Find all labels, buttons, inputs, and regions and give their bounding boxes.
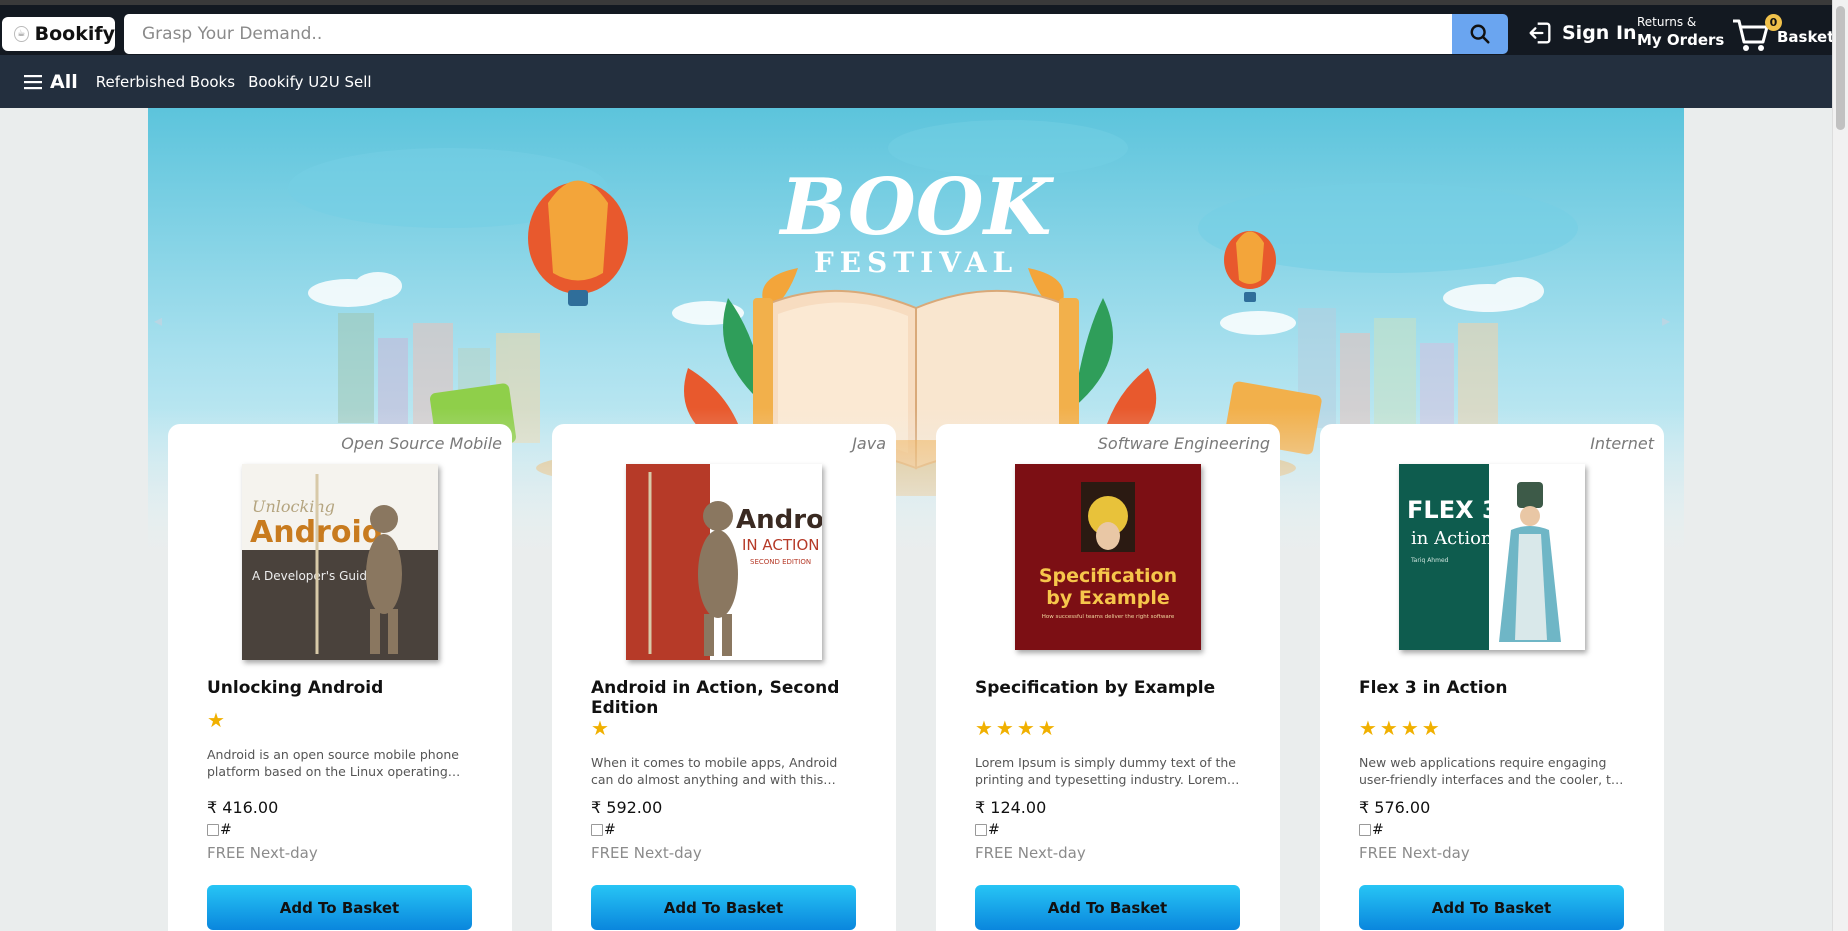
product-card: Software Engineering Specification by Ex… bbox=[936, 424, 1280, 931]
svg-text:BOOK: BOOK bbox=[778, 162, 1054, 253]
delivery-info: FREE Next-day bbox=[207, 844, 318, 862]
product-title[interactable]: Specification by Example bbox=[975, 678, 1215, 698]
product-category: Java bbox=[852, 434, 886, 453]
delivery-info: FREE Next-day bbox=[975, 844, 1086, 862]
sign-in-label: Sign In bbox=[1562, 22, 1637, 44]
product-description: New web applications require engaging us… bbox=[1359, 755, 1627, 787]
search-button[interactable] bbox=[1452, 14, 1508, 54]
hamburger-icon bbox=[24, 74, 42, 89]
top-header: ☕ Bookify Sign In Returns & My Orders 0 … bbox=[0, 0, 1834, 55]
sign-in-icon bbox=[1529, 22, 1551, 44]
book-cover-image[interactable]: FLEX 3 in Action Tariq Ahmed bbox=[1399, 464, 1585, 650]
broken-image: # bbox=[207, 822, 232, 838]
broken-image-icon bbox=[591, 824, 603, 836]
product-description: When it comes to mobile apps, Android ca… bbox=[591, 755, 838, 787]
image-alt-text: # bbox=[1372, 822, 1384, 838]
returns-orders-link[interactable]: Returns & My Orders bbox=[1637, 15, 1724, 49]
product-description: Lorem Ipsum is simply dummy text of the … bbox=[975, 755, 1236, 787]
search-icon bbox=[1470, 24, 1490, 44]
svg-text:in Action: in Action bbox=[1411, 528, 1493, 549]
broken-image: # bbox=[1359, 822, 1384, 838]
product-category: Software Engineering bbox=[1097, 434, 1270, 453]
add-to-basket-button[interactable]: Add To Basket bbox=[975, 885, 1240, 930]
basket-label: Basket bbox=[1777, 28, 1835, 46]
scrollbar-thumb[interactable] bbox=[1836, 6, 1845, 130]
book-cover-image[interactable]: Android IN ACTION SECOND EDITION bbox=[626, 464, 822, 660]
banner-prev-arrow[interactable]: ◂ bbox=[154, 311, 162, 330]
rating-stars: ★★★★ bbox=[1359, 716, 1443, 740]
returns-label: Returns & bbox=[1637, 15, 1697, 29]
svg-text:IN ACTION: IN ACTION bbox=[742, 536, 820, 554]
broken-image-icon bbox=[975, 824, 987, 836]
rating-stars: ★ bbox=[591, 716, 612, 740]
logo-icon: ☕ bbox=[14, 26, 29, 42]
logo[interactable]: ☕ Bookify bbox=[2, 17, 115, 51]
product-card: Open Source Mobile Unlocking Android A D… bbox=[168, 424, 512, 931]
broken-image-icon bbox=[207, 824, 219, 836]
delivery-info: FREE Next-day bbox=[591, 844, 702, 862]
svg-text:A Developer's Guide: A Developer's Guide bbox=[252, 569, 374, 583]
broken-image: # bbox=[591, 822, 616, 838]
basket-button[interactable]: 0 Basket bbox=[1731, 14, 1834, 53]
my-orders-label: My Orders bbox=[1637, 31, 1725, 49]
svg-text:FESTIVAL: FESTIVAL bbox=[814, 246, 1018, 279]
product-title[interactable]: Flex 3 in Action bbox=[1359, 678, 1507, 698]
add-to-basket-button[interactable]: Add To Basket bbox=[591, 885, 856, 930]
delivery-info: FREE Next-day bbox=[1359, 844, 1470, 862]
product-title[interactable]: Android in Action, Second Edition bbox=[591, 678, 896, 718]
product-price: ₹ 576.00 bbox=[1359, 798, 1431, 817]
broken-image-icon bbox=[1359, 824, 1371, 836]
nav-link-referbished-books[interactable]: Referbished Books bbox=[96, 73, 235, 91]
search-input[interactable] bbox=[124, 14, 1452, 54]
image-alt-text: # bbox=[988, 822, 1000, 838]
sign-in-button[interactable]: Sign In bbox=[1526, 19, 1637, 47]
product-description: Android is an open source mobile phone p… bbox=[207, 747, 459, 779]
product-price: ₹ 592.00 bbox=[591, 798, 663, 817]
product-category: Open Source Mobile bbox=[341, 434, 502, 453]
add-to-basket-button[interactable]: Add To Basket bbox=[207, 885, 472, 930]
logo-text: Bookify bbox=[34, 23, 115, 45]
nav-link-u2u-sell[interactable]: Bookify U2U Sell bbox=[248, 73, 372, 91]
image-alt-text: # bbox=[604, 822, 616, 838]
page-scrollbar[interactable] bbox=[1832, 0, 1848, 931]
rating-stars: ★ bbox=[207, 708, 228, 732]
svg-text:FLEX 3: FLEX 3 bbox=[1407, 496, 1499, 524]
book-cover-image[interactable]: Unlocking Android A Developer's Guide bbox=[242, 464, 438, 660]
product-title[interactable]: Unlocking Android bbox=[207, 678, 383, 698]
svg-text:Tariq Ahmed: Tariq Ahmed bbox=[1410, 557, 1449, 564]
festival-title: BOOK FESTIVAL bbox=[778, 162, 1054, 279]
all-menu-button[interactable]: All bbox=[24, 71, 78, 93]
search-bar bbox=[124, 14, 1508, 54]
svg-text:by Example: by Example bbox=[1046, 587, 1169, 609]
product-price: ₹ 416.00 bbox=[207, 798, 279, 817]
product-card: Java Android IN ACTION SECOND EDITION An… bbox=[552, 424, 896, 931]
banner-next-arrow[interactable]: ▸ bbox=[1662, 311, 1670, 330]
svg-text:Android: Android bbox=[736, 505, 822, 535]
rating-stars: ★★★★ bbox=[975, 716, 1059, 740]
product-card: Internet FLEX 3 in Action Tariq Ahmed Fl… bbox=[1320, 424, 1664, 931]
svg-text:How successful teams deliver t: How successful teams deliver the right s… bbox=[1042, 614, 1175, 620]
add-to-basket-button[interactable]: Add To Basket bbox=[1359, 885, 1624, 930]
broken-image: # bbox=[975, 822, 1000, 838]
product-price: ₹ 124.00 bbox=[975, 798, 1047, 817]
all-menu-label: All bbox=[50, 70, 78, 93]
book-cover-image[interactable]: Specification by Example How successful … bbox=[1015, 464, 1201, 650]
svg-text:SECOND EDITION: SECOND EDITION bbox=[750, 558, 811, 566]
nav-bar: All Referbished Books Bookify U2U Sell bbox=[0, 55, 1832, 108]
product-category: Internet bbox=[1590, 434, 1654, 453]
svg-text:Specification: Specification bbox=[1039, 565, 1177, 587]
svg-text:Unlocking: Unlocking bbox=[252, 497, 335, 516]
image-alt-text: # bbox=[220, 822, 232, 838]
